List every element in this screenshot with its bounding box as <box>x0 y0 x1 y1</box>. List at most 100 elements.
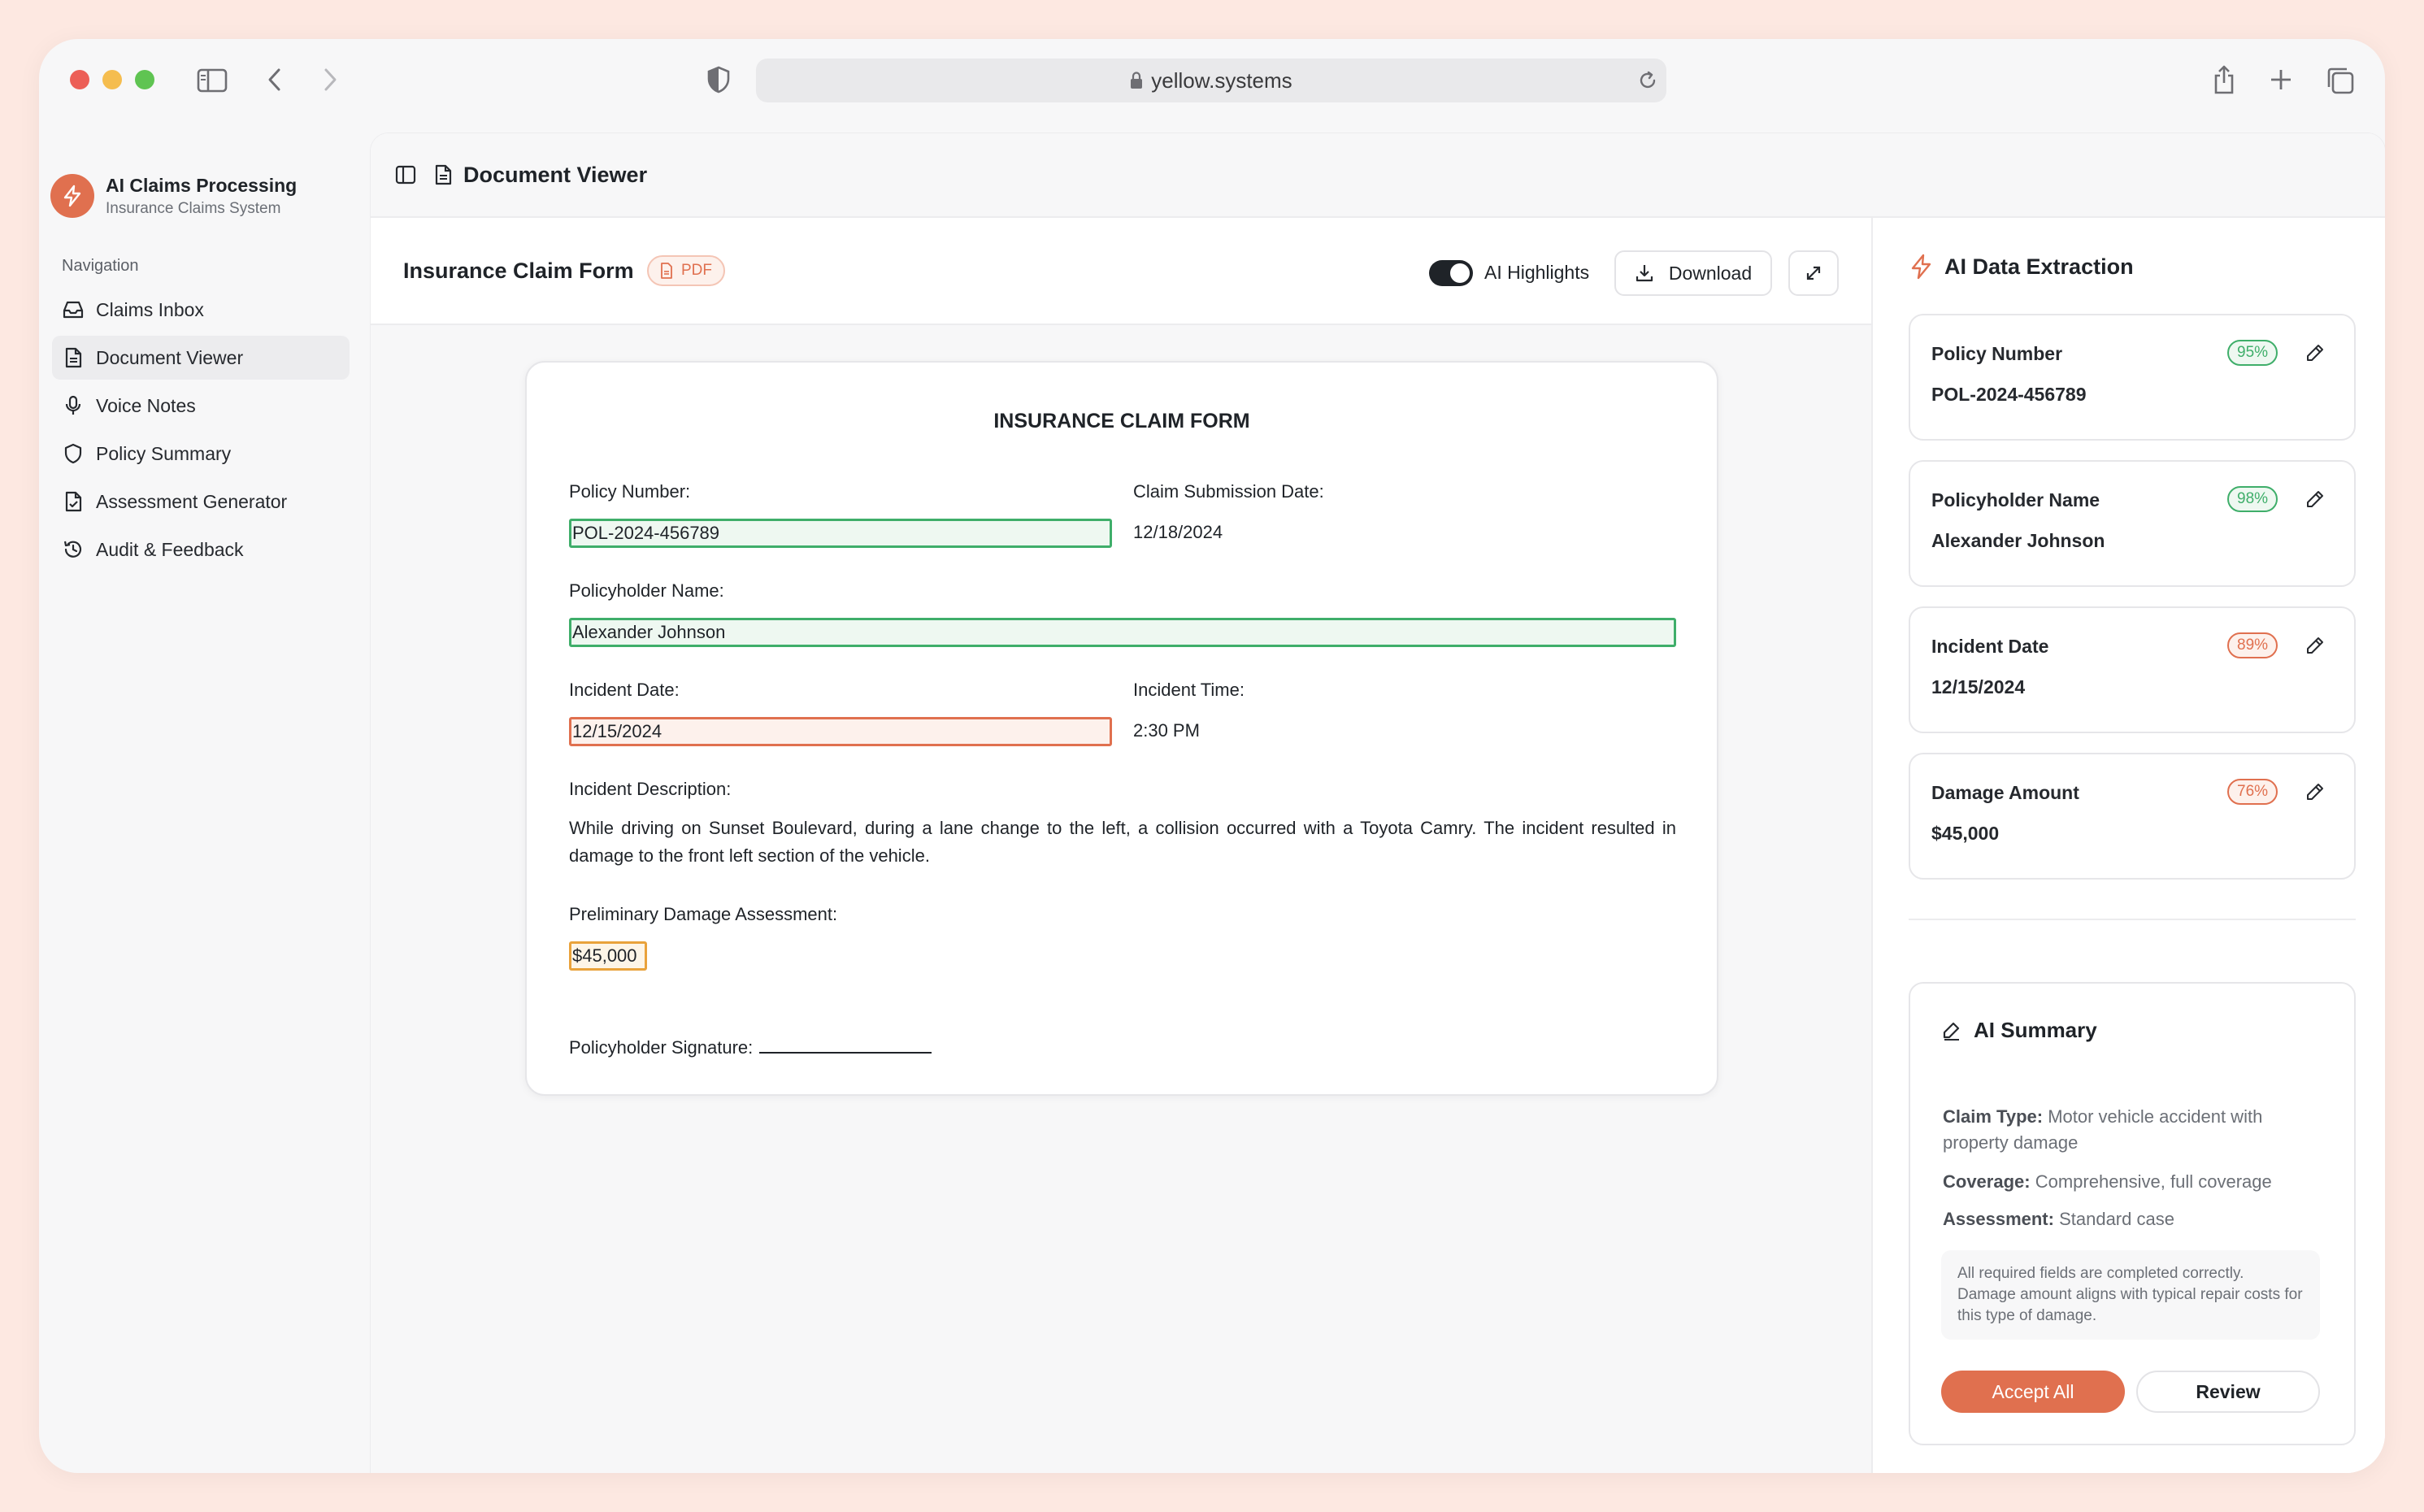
reload-icon[interactable] <box>1637 70 1658 91</box>
sidebar-item-voice-notes[interactable]: Voice Notes <box>52 384 350 428</box>
sidebar-nav: Claims Inbox Document Viewer Voice Notes… <box>52 288 350 576</box>
document-pane: Insurance Claim Form PDF AI Highlights D… <box>371 218 1873 1473</box>
document-title: Insurance Claim Form <box>403 259 634 283</box>
sidebar-item-assessment-generator[interactable]: Assessment Generator <box>52 480 350 524</box>
divider <box>1909 919 2356 920</box>
brand[interactable]: AI Claims Processing Insurance Claims Sy… <box>50 174 297 218</box>
review-button[interactable]: Review <box>2136 1371 2320 1413</box>
file-type-badge: PDF <box>647 255 725 286</box>
address-bar[interactable]: yellow.systems <box>756 59 1666 102</box>
extraction-title: AI Data Extraction <box>1944 254 2134 279</box>
url-text: yellow.systems <box>1151 67 1292 93</box>
pencil-icon[interactable] <box>2304 780 2326 803</box>
sidebar-item-document-viewer[interactable]: Document Viewer <box>52 336 350 380</box>
field-value: $45,000 <box>1931 823 2000 844</box>
incident-time-label: Incident Time: <box>1133 680 1245 700</box>
pencil-icon[interactable] <box>2304 341 2326 364</box>
description-text: While driving on Sunset Boulevard, durin… <box>569 818 1676 866</box>
sidebar-item-audit-feedback[interactable]: Audit & Feedback <box>52 528 350 571</box>
policyholder-label: Policyholder Name: <box>569 580 724 601</box>
field-value: 12/15/2024 <box>1931 676 2026 697</box>
pencil-icon[interactable] <box>2304 634 2326 657</box>
minimize-window-button[interactable] <box>102 70 122 89</box>
main-panel: Document Viewer Insurance Claim Form PDF… <box>371 133 2385 1473</box>
field-value: Alexander Johnson <box>1931 530 2105 551</box>
extraction-card-policyholder-name: Policyholder Name 98% Alexander Johnson <box>1909 460 2356 587</box>
zoom-window-button[interactable] <box>135 70 154 89</box>
new-tab-icon[interactable] <box>2265 63 2297 96</box>
signature-line <box>759 1050 932 1054</box>
accept-all-button[interactable]: Accept All <box>1941 1371 2125 1413</box>
incident-date-highlight[interactable]: 12/15/2024 <box>569 717 1112 746</box>
policy-number-highlight[interactable]: POL-2024-456789 <box>569 519 1112 548</box>
browser-window: yellow.systems AI Claims Processing Insu… <box>39 39 2385 1473</box>
field-label: Policyholder Name <box>1931 489 2100 511</box>
shield-privacy-icon[interactable] <box>702 63 735 96</box>
document-toolbar: Insurance Claim Form PDF AI Highlights D… <box>371 218 1871 325</box>
brand-subtitle: Insurance Claims System <box>106 199 281 217</box>
header-document-icon <box>434 164 452 185</box>
field-label: Incident Date <box>1931 636 2049 657</box>
extraction-panel: AI Data Extraction Policy Number 95% POL… <box>1874 218 2385 1473</box>
fullscreen-button[interactable] <box>1788 250 1839 296</box>
assessment-line: Assessment: Standard case <box>1943 1206 2333 1232</box>
extraction-card-incident-date: Incident Date 89% 12/15/2024 <box>1909 606 2356 733</box>
assessment-label: Assessment: <box>1943 1209 2054 1229</box>
sidebar-item-label: Voice Notes <box>96 394 196 416</box>
extraction-card-damage-amount: Damage Amount 76% $45,000 <box>1909 753 2356 880</box>
shield-icon <box>62 442 85 465</box>
sidebar-item-claims-inbox[interactable]: Claims Inbox <box>52 288 350 332</box>
sidebar-toggle-icon[interactable] <box>195 63 229 98</box>
policy-number-label: Policy Number: <box>569 481 691 502</box>
history-icon <box>62 538 85 561</box>
signature-row: Policyholder Signature: <box>569 1037 932 1058</box>
close-window-button[interactable] <box>70 70 89 89</box>
extraction-header: AI Data Extraction <box>1909 254 2134 280</box>
download-button[interactable]: Download <box>1614 250 1772 296</box>
brand-title: AI Claims Processing <box>106 174 298 196</box>
back-icon[interactable] <box>258 63 291 96</box>
app-sidebar: AI Claims Processing Insurance Claims Sy… <box>39 137 369 1473</box>
document-page: INSURANCE CLAIM FORM Policy Number: POL-… <box>525 361 1718 1096</box>
coverage-label: Coverage: <box>1943 1171 2031 1192</box>
lightning-logo-icon <box>50 174 94 218</box>
damage-highlight[interactable]: $45,000 <box>569 941 647 971</box>
pdf-file-icon <box>660 263 673 279</box>
confidence-badge: 98% <box>2227 486 2278 512</box>
coverage-value: Comprehensive, full coverage <box>2035 1171 2272 1192</box>
document-icon <box>62 346 85 369</box>
signature-label: Policyholder Signature: <box>569 1037 754 1058</box>
ai-highlights-toggle[interactable] <box>1429 260 1473 286</box>
share-icon[interactable] <box>2208 62 2240 98</box>
pencil-icon[interactable] <box>2304 488 2326 511</box>
summary-note: All required fields are completed correc… <box>1941 1250 2320 1340</box>
tab-overview-icon[interactable] <box>2323 63 2357 98</box>
damage-label: Preliminary Damage Assessment: <box>569 904 838 924</box>
download-icon <box>1635 263 1654 283</box>
incident-time-value: 2:30 PM <box>1133 720 1200 741</box>
claim-type-line: Claim Type: Motor vehicle accident with … <box>1943 1104 2333 1156</box>
ai-highlights-label: AI Highlights <box>1484 262 1590 283</box>
forward-icon[interactable] <box>314 63 346 96</box>
file-check-icon <box>62 490 85 513</box>
sidebar-item-label: Assessment Generator <box>96 490 288 512</box>
signature-pen-icon <box>1941 1020 1962 1041</box>
coverage-line: Coverage: Comprehensive, full coverage <box>1943 1169 2333 1195</box>
sidebar-item-label: Policy Summary <box>96 442 232 464</box>
confidence-badge: 95% <box>2227 340 2278 366</box>
submission-date-value: 12/18/2024 <box>1133 522 1223 542</box>
description-label: Incident Description: <box>569 779 732 799</box>
form-title: INSURANCE CLAIM FORM <box>993 410 1250 432</box>
download-label: Download <box>1668 262 1753 284</box>
lock-icon <box>1130 72 1143 89</box>
ai-summary-card: AI Summary Claim Type: Motor vehicle acc… <box>1909 982 2356 1445</box>
policyholder-highlight[interactable]: Alexander Johnson <box>569 618 1676 647</box>
sidebar-item-label: Document Viewer <box>96 346 244 368</box>
sidebar-item-policy-summary[interactable]: Policy Summary <box>52 432 350 476</box>
lightning-icon <box>1909 254 1933 280</box>
field-value: POL-2024-456789 <box>1931 384 2087 405</box>
assessment-value: Standard case <box>2059 1209 2174 1229</box>
submission-date-label: Claim Submission Date: <box>1133 481 1324 502</box>
sidebar-item-label: Claims Inbox <box>96 298 204 320</box>
panel-toggle-icon[interactable] <box>395 165 416 185</box>
